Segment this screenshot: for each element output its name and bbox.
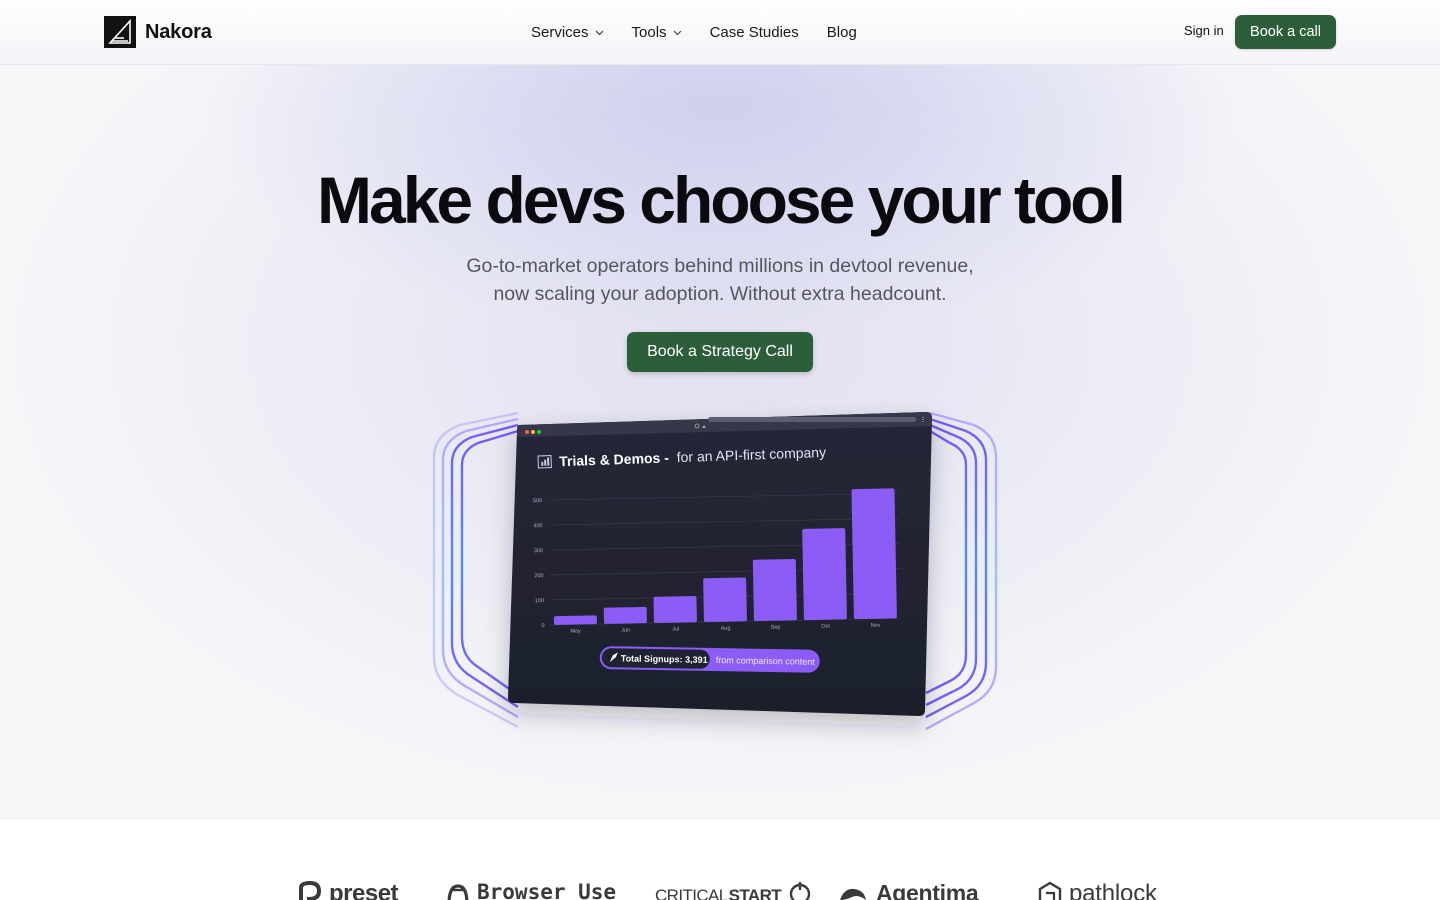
nav-services[interactable]: Services: [531, 24, 604, 41]
y-tick-label: 400: [533, 523, 542, 529]
address-bar: [708, 417, 916, 422]
critical-start-logo-icon: [789, 882, 811, 900]
logo-text: pathlock: [1069, 880, 1157, 900]
nav-blog[interactable]: Blog: [827, 24, 857, 41]
chart-bar: [603, 606, 647, 624]
logo-preset: preset: [297, 880, 399, 900]
logo-text-bold: START: [728, 886, 782, 900]
chevron-down-icon: [673, 30, 681, 36]
brand-name: Nakora: [145, 20, 212, 43]
nav-label: Tools: [631, 23, 667, 41]
decorative-rings-right: [925, 411, 998, 731]
chart-bar: [653, 595, 697, 623]
brand-logo[interactable]: Nakora: [104, 16, 212, 48]
logo-text: Browser Use: [477, 880, 617, 900]
badge-value: Total Signups: 3,391: [621, 653, 708, 665]
logo-agentima: Agentima: [836, 880, 979, 900]
nav-label: Case Studies: [709, 23, 799, 41]
main-nav: Services Tools Case Studies Blog: [531, 20, 857, 44]
nav-label: Services: [531, 23, 589, 41]
total-signups-badge: Total Signups: 3,391 from comparison con…: [599, 646, 820, 673]
logo-pathlock: pathlock: [1037, 880, 1157, 900]
chart-bar: [703, 577, 747, 622]
maximize-dot-icon: [537, 430, 541, 434]
chart-bar: [553, 615, 597, 625]
x-tick-label: Jun: [621, 627, 630, 633]
nakora-logo-icon: [104, 16, 136, 48]
browser-use-logo-icon: [447, 884, 469, 900]
badge-note: from comparison content: [716, 655, 816, 667]
y-tick-label: 500: [533, 498, 542, 504]
hero-visual: Trials & Demos - for an API-first compan…: [432, 411, 998, 731]
customer-logos: preset Browser Use CRITICAL START Agentim…: [0, 820, 1440, 900]
y-tick-label: 100: [535, 598, 544, 604]
y-tick-label: 300: [534, 548, 543, 554]
x-tick-label: Nov: [871, 623, 881, 629]
nav-case-studies[interactable]: Case Studies: [710, 24, 799, 41]
x-tick-label: Aug: [721, 626, 731, 632]
logo-browser-use: Browser Use: [445, 880, 616, 900]
nav-tools[interactable]: Tools: [632, 24, 682, 41]
y-tick-label: 0: [541, 623, 544, 629]
x-tick-label: Sep: [771, 625, 781, 631]
logo-text-light: CRITICAL: [655, 886, 728, 900]
chart-bar: [802, 528, 847, 621]
close-dot-icon: [525, 430, 529, 434]
x-tick-label: Jul: [672, 627, 679, 633]
hero-section: Make devs choose your tool Go-to-market …: [0, 65, 1440, 820]
logo-text: preset: [329, 880, 399, 900]
nav-label: Blog: [826, 23, 857, 41]
sign-in-link[interactable]: Sign in: [1184, 23, 1224, 38]
logo-text: Agentima: [876, 880, 979, 900]
chart-bar: [752, 559, 797, 622]
book-a-call-button[interactable]: Book a call: [1235, 15, 1336, 49]
decorative-rings-left: [432, 411, 519, 729]
agentima-logo-icon: [840, 888, 866, 900]
x-tick-label: Oct: [821, 624, 830, 630]
y-tick-label: 200: [534, 573, 543, 579]
logo-critical-start: CRITICAL START: [655, 880, 813, 900]
pathlock-logo-icon: [1038, 881, 1062, 900]
chart-bar: [851, 488, 897, 620]
preset-logo-icon: [299, 880, 322, 900]
chevron-down-icon: [595, 30, 603, 36]
minimize-dot-icon: [531, 430, 535, 434]
top-navbar: Nakora Services Tools Case Studies Blog …: [0, 0, 1440, 65]
x-tick-label: May: [570, 628, 581, 634]
